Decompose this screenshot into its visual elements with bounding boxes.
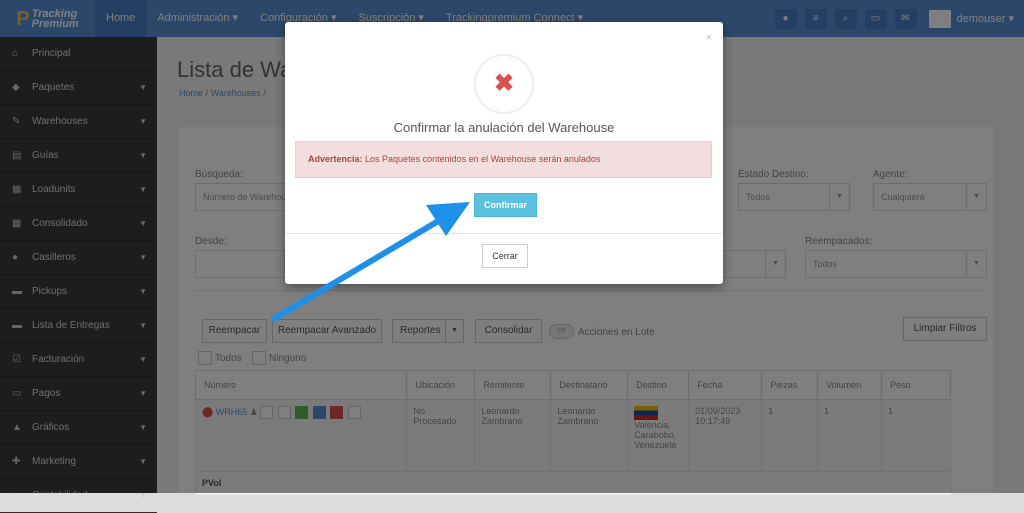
arrow-head-icon (426, 202, 470, 236)
arrow-line (270, 217, 442, 323)
arrow-annotation (270, 202, 470, 323)
